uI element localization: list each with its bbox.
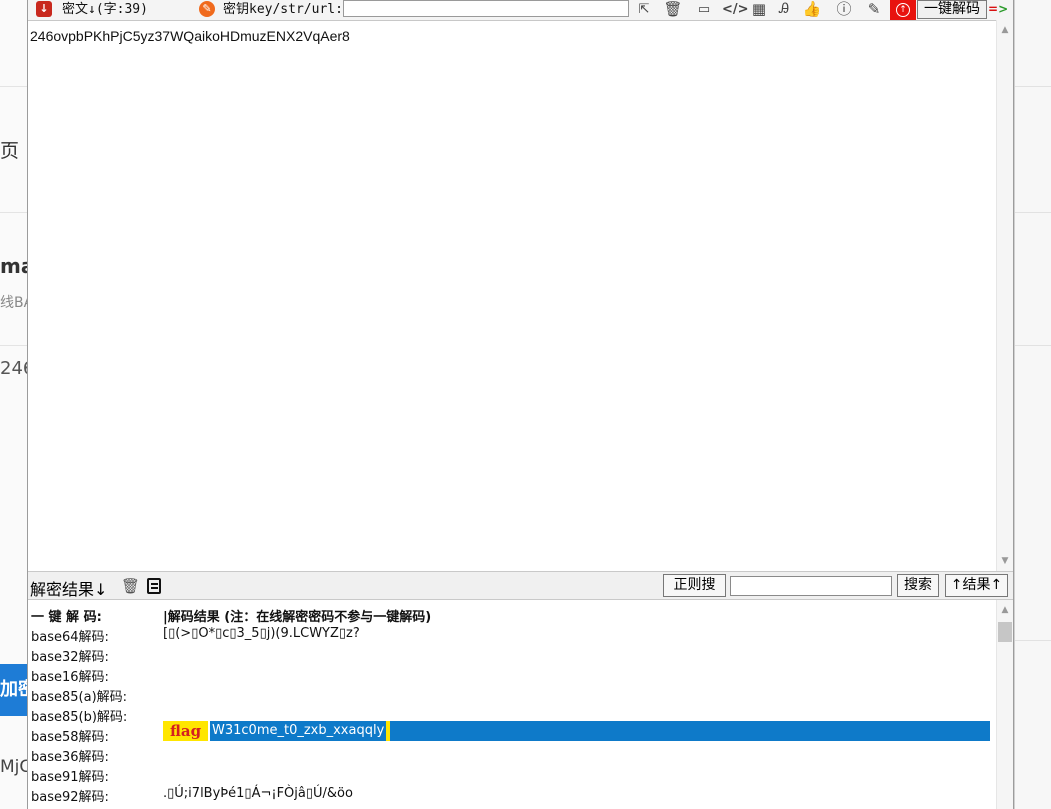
thumbs-up-icon[interactable]: 👍 xyxy=(802,0,822,19)
bg-divider xyxy=(1015,640,1051,641)
decoder-panel: ↓ 密文↓(字:39) ✎ 密钥key/str/url: ⇱ 🗑 ▭ </> ▦… xyxy=(27,0,1014,809)
bg-divider xyxy=(0,212,27,213)
result-row: base92解码: .▯Ú;i7lByÞé1▯Á¬¡FÒjâ▯Ú/&öo xyxy=(28,784,996,805)
bg-fragment: 246 xyxy=(0,358,27,379)
bg-divider xyxy=(0,345,27,346)
key-input[interactable] xyxy=(343,0,629,17)
bg-encrypt-button[interactable]: 加密 xyxy=(0,664,27,716)
pdf-icon: ↓ xyxy=(36,1,52,17)
scroll-down-icon[interactable]: ▼ xyxy=(997,553,1013,569)
result-row: base64解码: [▯(>▯O*▯c▯3_5▯j)(9.LCWYZ▯z? xyxy=(28,624,996,645)
cursor-icon[interactable]: ⇱ xyxy=(634,0,654,19)
flag-tag: flag xyxy=(163,721,208,741)
help-icon[interactable]: ⓘ xyxy=(834,0,854,19)
header-value: |解码结果 (注：在线解密密码不参与一键解码) xyxy=(163,610,432,625)
flag-text: W31c0me_t0_zxb_xxaqqly xyxy=(212,723,385,738)
scroll-up-icon[interactable]: ▲ xyxy=(997,602,1013,618)
bg-divider xyxy=(1015,212,1051,213)
text-cursor xyxy=(386,721,390,741)
scroll-to-result-button[interactable]: ↑结果↑ xyxy=(945,574,1008,597)
cipher-textarea[interactable]: 246ovpbPKhPjC5yz37WQaikoHDmuzENX2VqAer8 xyxy=(28,20,996,571)
result-row-flag: base58解码: flag W31c0me_t0_zxb_xxaqqly xyxy=(28,721,996,745)
flag-highlight[interactable]: flag W31c0me_t0_zxb_xxaqqly xyxy=(163,721,990,741)
result-row: base91解码: xyxy=(28,764,996,785)
bg-fragment: ma xyxy=(0,254,27,278)
result-toolbar: 解密结果↓ 🗑 正则搜 搜索 ↑结果↑ xyxy=(28,571,1013,600)
font-icon[interactable]: Ꭿ xyxy=(774,0,794,19)
search-button[interactable]: 搜索 xyxy=(897,574,939,597)
results-scrollbar[interactable]: ▲ xyxy=(996,600,1013,809)
upload-button[interactable]: ↑ xyxy=(890,0,916,20)
regex-search-button[interactable]: 正则搜 xyxy=(663,574,726,597)
result-row: base32解码: xyxy=(28,644,996,665)
results-header: 一 键 解 码: |解码结果 (注：在线解密密码不参与一键解码) xyxy=(28,604,996,625)
expand-icon[interactable]: => xyxy=(988,0,1013,19)
bg-fragment: MjC xyxy=(0,757,27,777)
cipher-scrollbar[interactable]: ▲ ▼ xyxy=(996,20,1013,571)
result-label: base32解码: xyxy=(31,650,109,665)
bg-divider xyxy=(1015,345,1051,346)
result-row: base85(a)解码: xyxy=(28,684,996,705)
result-row: base16解码: xyxy=(28,664,996,685)
result-label: 解密结果↓ xyxy=(30,580,108,599)
header-label: 一 键 解 码: xyxy=(31,610,102,625)
result-value: .▯Ú;i7lByÞé1▯Á¬¡FÒjâ▯Ú/&öo xyxy=(163,786,353,801)
edit-icon[interactable]: ✎ xyxy=(864,0,884,19)
trash-icon[interactable]: 🗑 xyxy=(663,0,683,19)
result-label: base85(b)解码: xyxy=(31,710,128,725)
result-label: base58解码: xyxy=(31,730,109,745)
cipher-label: 密文↓(字:39) xyxy=(62,2,148,17)
arrow-up-icon: ↑ xyxy=(896,3,910,17)
search-input[interactable] xyxy=(730,576,892,596)
result-label: base16解码: xyxy=(31,670,109,685)
flag-selection[interactable]: W31c0me_t0_zxb_xxaqqly xyxy=(210,721,990,741)
trash-icon[interactable]: 🗑 xyxy=(121,577,140,595)
scrollbar-thumb[interactable] xyxy=(998,622,1012,642)
console-icon[interactable]: ▭ xyxy=(694,0,714,19)
code-icon[interactable]: </> xyxy=(722,0,749,19)
scroll-up-icon[interactable]: ▲ xyxy=(997,22,1013,38)
result-label: base85(a)解码: xyxy=(31,690,128,705)
result-label: base64解码: xyxy=(31,630,109,645)
bg-fragment: 线BA xyxy=(0,295,27,311)
bg-fragment: 页 xyxy=(0,140,20,162)
result-label: base91解码: xyxy=(31,770,109,785)
key-icon: ✎ xyxy=(199,1,215,17)
bg-divider xyxy=(0,86,27,87)
result-label: base92解码: xyxy=(31,790,109,805)
bg-divider xyxy=(1015,86,1051,87)
table-icon[interactable]: ▦ xyxy=(749,0,769,19)
result-value: [▯(>▯O*▯c▯3_5▯j)(9.LCWYZ▯z? xyxy=(163,626,360,641)
copy-icon[interactable] xyxy=(147,578,161,594)
results-list: 一 键 解 码: |解码结果 (注：在线解密密码不参与一键解码) base64解… xyxy=(28,600,996,809)
background-right-strip xyxy=(1014,0,1051,809)
key-label: 密钥key/str/url: xyxy=(223,2,343,17)
decode-all-button[interactable]: 一键解码 xyxy=(917,0,987,19)
toolbar: ↓ 密文↓(字:39) ✎ 密钥key/str/url: ⇱ 🗑 ▭ </> ▦… xyxy=(28,0,1013,21)
result-label: base36解码: xyxy=(31,750,109,765)
result-row: base36解码: xyxy=(28,744,996,765)
